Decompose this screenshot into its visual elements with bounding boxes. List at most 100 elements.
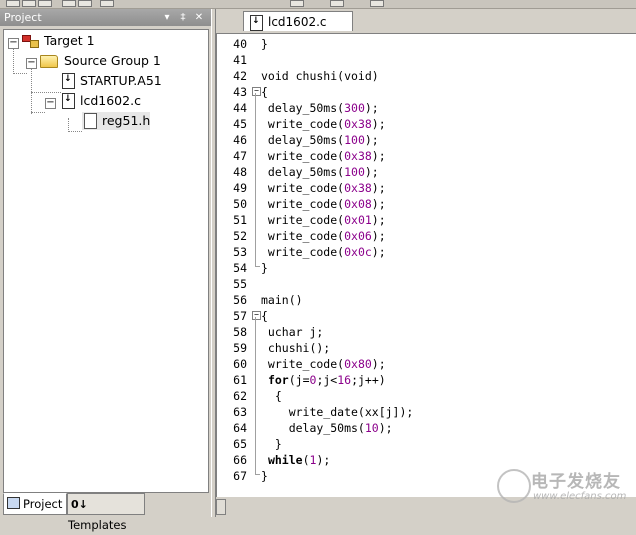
code-line[interactable]: 64 delay_50ms(10); bbox=[217, 420, 636, 436]
panel-menu-icon[interactable]: ▾ bbox=[161, 9, 173, 26]
code-line[interactable]: 42 void chushi(void) bbox=[217, 68, 636, 84]
code-line[interactable]: 63 write_date(xx[j]); bbox=[217, 404, 636, 420]
line-number: 54 bbox=[233, 261, 247, 275]
tree-item-startup-file[interactable]: ↓ STARTUP.A51 bbox=[62, 72, 172, 90]
tree-item-target[interactable]: Target 1 bbox=[22, 32, 102, 50]
project-panel-tabs: Project 0↓ Templates bbox=[3, 493, 207, 532]
tree-item-source-group[interactable]: Source Group 1 bbox=[40, 52, 170, 70]
code-line[interactable]: 41 bbox=[217, 52, 636, 68]
code-text: delay_50ms(100); bbox=[261, 164, 379, 180]
watermark-url: www.elecfans.com bbox=[533, 491, 627, 502]
toolbar-strip bbox=[0, 0, 636, 9]
fold-toggle-icon[interactable]: − bbox=[252, 311, 261, 320]
code-line[interactable]: 55 bbox=[217, 276, 636, 292]
code-token: ;j++) bbox=[351, 373, 386, 387]
line-number: 58 bbox=[233, 325, 247, 339]
code-token: { bbox=[261, 85, 268, 99]
toolbar-button[interactable] bbox=[370, 0, 384, 7]
code-line[interactable]: 53 write_code(0x0c); bbox=[217, 244, 636, 260]
line-number: 59 bbox=[233, 341, 247, 355]
toolbar-button[interactable] bbox=[290, 0, 304, 7]
code-token: ;j< bbox=[316, 373, 338, 387]
code-text: delay_50ms(300); bbox=[261, 100, 379, 116]
tab-lcd1602-c[interactable]: ↓ lcd1602.c bbox=[243, 11, 353, 31]
code-token: } bbox=[261, 437, 282, 451]
code-text: chushi(); bbox=[261, 340, 330, 356]
code-line[interactable]: 47 write_code(0x38); bbox=[217, 148, 636, 164]
tree-item-lcd1602-file[interactable]: ↓ lcd1602.c bbox=[62, 92, 162, 110]
code-line[interactable]: 61 for(j=0;j<16;j++) bbox=[217, 372, 636, 388]
line-number: 63 bbox=[233, 405, 247, 419]
code-line[interactable]: 49 write_code(0x38); bbox=[217, 180, 636, 196]
close-icon[interactable]: ✕ bbox=[193, 9, 205, 26]
code-token: write_code( bbox=[261, 181, 345, 195]
code-line[interactable]: 65 } bbox=[217, 436, 636, 452]
code-text: } bbox=[261, 436, 282, 452]
code-token: ( bbox=[302, 453, 310, 467]
code-text: } bbox=[261, 260, 268, 276]
code-token: write_code( bbox=[261, 149, 345, 163]
code-line[interactable]: 59 chushi(); bbox=[217, 340, 636, 356]
code-text: write_code(0x38); bbox=[261, 116, 386, 132]
fold-guide-end bbox=[255, 266, 260, 267]
code-number-literal: 100 bbox=[344, 165, 365, 179]
scrollbar-thumb[interactable] bbox=[216, 499, 226, 515]
tree-item-label: STARTUP.A51 bbox=[80, 73, 162, 88]
code-line[interactable]: 62 { bbox=[217, 388, 636, 404]
code-line[interactable]: 50 write_code(0x08); bbox=[217, 196, 636, 212]
toolbar-button[interactable] bbox=[22, 0, 36, 7]
code-line[interactable]: 40} bbox=[217, 36, 636, 52]
line-number: 41 bbox=[233, 53, 247, 67]
editor-panel: ↓ lcd1602.c 40} 41 42 void chushi(void) 43−{… bbox=[216, 9, 636, 517]
tree-connector bbox=[31, 68, 32, 114]
code-line[interactable]: 51 write_code(0x01); bbox=[217, 212, 636, 228]
code-line[interactable]: 45 write_code(0x38); bbox=[217, 116, 636, 132]
tree-expander[interactable]: − bbox=[45, 98, 56, 109]
code-token: delay_50ms( bbox=[261, 421, 365, 435]
tab-project[interactable]: Project bbox=[3, 493, 67, 515]
tree-connector bbox=[68, 118, 69, 132]
code-line[interactable]: 44 delay_50ms(300); bbox=[217, 100, 636, 116]
code-line[interactable]: 60 write_code(0x80); bbox=[217, 356, 636, 372]
templates-tab-icon: 0↓ bbox=[71, 498, 88, 511]
toolbar-button[interactable] bbox=[330, 0, 344, 7]
code-line[interactable]: 52 write_code(0x06); bbox=[217, 228, 636, 244]
code-editor[interactable]: 40} 41 42 void chushi(void) 43−{44 delay_50m… bbox=[216, 33, 636, 498]
code-token: write_code( bbox=[261, 245, 345, 259]
code-number-literal: 0x38 bbox=[344, 181, 372, 195]
code-line[interactable]: 56 main() bbox=[217, 292, 636, 308]
tree-expander[interactable]: − bbox=[26, 58, 37, 69]
code-number-literal: 0x01 bbox=[344, 213, 372, 227]
tab-templates[interactable]: 0↓ Templates bbox=[67, 493, 145, 532]
code-text: write_code(0x0c); bbox=[261, 244, 386, 260]
code-line[interactable]: 46 delay_50ms(100); bbox=[217, 132, 636, 148]
toolbar-button[interactable] bbox=[62, 0, 76, 7]
line-number: 42 bbox=[233, 69, 247, 83]
toolbar-button[interactable] bbox=[78, 0, 92, 7]
code-number-literal: 0x06 bbox=[344, 229, 372, 243]
code-text: delay_50ms(100); bbox=[261, 132, 379, 148]
code-text: write_code(0x06); bbox=[261, 228, 386, 244]
code-line[interactable]: 58 uchar j; bbox=[217, 324, 636, 340]
tree-item-reg51-file[interactable]: reg51.h bbox=[82, 112, 150, 130]
code-token: } bbox=[261, 469, 268, 483]
project-panel-title: Project bbox=[4, 11, 42, 24]
toolbar-button[interactable] bbox=[100, 0, 114, 7]
code-text: while(1); bbox=[261, 452, 330, 468]
tree-expander[interactable]: − bbox=[8, 38, 19, 49]
code-line[interactable]: 43−{ bbox=[217, 84, 636, 100]
toolbar-button[interactable] bbox=[38, 0, 52, 7]
code-token: write_code( bbox=[261, 357, 345, 371]
fold-toggle-icon[interactable]: − bbox=[252, 87, 261, 96]
code-line[interactable]: 54} bbox=[217, 260, 636, 276]
code-line[interactable]: 48 delay_50ms(100); bbox=[217, 164, 636, 180]
line-number: 53 bbox=[233, 245, 247, 259]
code-line[interactable]: 57−{ bbox=[217, 308, 636, 324]
pin-icon[interactable]: ‡ bbox=[177, 9, 189, 26]
code-token: { bbox=[261, 309, 268, 323]
tree-connector bbox=[31, 92, 61, 93]
tree-item-label: lcd1602.c bbox=[80, 93, 141, 108]
code-text: void chushi(void) bbox=[261, 68, 379, 84]
toolbar-button[interactable] bbox=[6, 0, 20, 7]
